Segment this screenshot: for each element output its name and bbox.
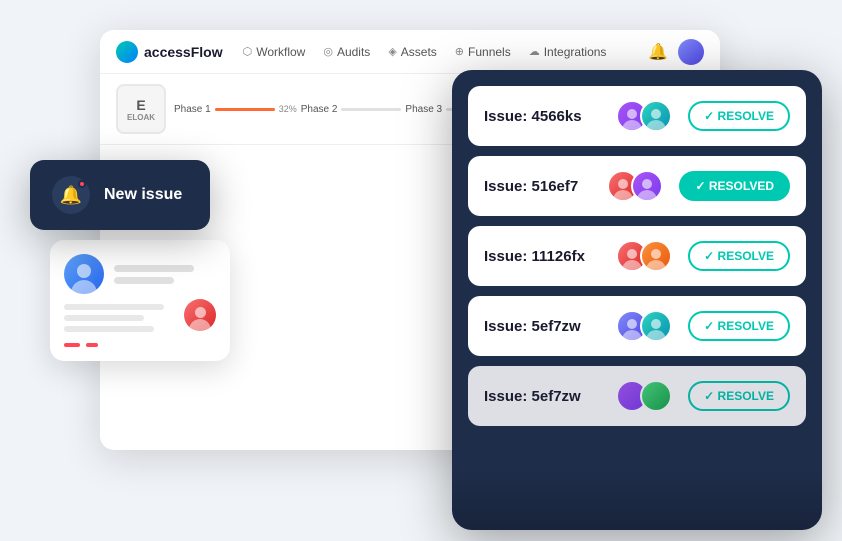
user-sub-line-2: [64, 315, 144, 321]
bell-notif-icon: 🔔: [60, 185, 82, 206]
issue-avatar-11126fx-2: [640, 240, 672, 272]
issue-avatar-4566ks-2: [640, 100, 672, 132]
nav-actions: 🔔: [648, 39, 704, 65]
issue-title-5ef7zw: Issue: 5ef7zw: [484, 318, 604, 335]
red-dash-2: [86, 343, 98, 347]
nav-items: ⬡ Workflow ◎ Audits ◈ Assets ⊕ Funnels ☁: [243, 45, 628, 59]
nav-item-funnels[interactable]: ⊕ Funnels: [455, 45, 511, 59]
phase-step-2: Phase 2: [301, 104, 402, 115]
sil-body-2: [189, 319, 211, 331]
nav-avatar[interactable]: [678, 39, 704, 65]
resolve-button-11126fx[interactable]: ✓ RESOLVE: [688, 241, 790, 271]
user-info-lines: [114, 265, 194, 284]
nav-label-integrations: Integrations: [544, 45, 607, 59]
issue-avatars-516ef7: [607, 170, 663, 202]
nav-item-audits[interactable]: ◎ Audits: [323, 45, 370, 59]
user-card: [50, 240, 230, 361]
logo-icon: [116, 41, 138, 63]
issue-title-partial: Issue: 5ef7zw: [484, 388, 604, 405]
issue-card-4566ks: Issue: 4566ks ✓ RESOLVE: [468, 86, 806, 146]
phase-step-1: Phase 1 32%: [174, 104, 297, 115]
notification-text: New issue: [104, 186, 182, 204]
phase-3-label: Phase 3: [405, 104, 442, 115]
issue-avatars-partial: [616, 380, 672, 412]
nav-label-funnels: Funnels: [468, 45, 511, 59]
badge-letter: E: [136, 97, 145, 113]
red-dash-1: [64, 343, 80, 347]
nav-item-integrations[interactable]: ☁ Integrations: [529, 45, 607, 59]
notification-card: 🔔 New issue: [30, 160, 210, 230]
nav-item-workflow[interactable]: ⬡ Workflow: [243, 45, 306, 59]
issue-avatars-5ef7zw: [616, 310, 672, 342]
resolve-button-partial[interactable]: ✓ RESOLVE: [688, 381, 790, 411]
audits-icon: ◎: [323, 45, 333, 58]
nav-bar: accessFlow ⬡ Workflow ◎ Audits ◈ Assets …: [100, 30, 720, 74]
logo: accessFlow: [116, 41, 223, 63]
phase-1-pct: 32%: [279, 104, 297, 114]
phase-1-label: Phase 1: [174, 104, 211, 115]
notification-bell-container: 🔔: [52, 176, 90, 214]
issue-avatar-516ef7-2: [631, 170, 663, 202]
sil-head-2: [195, 307, 206, 318]
issue-card-partial: Issue: 5ef7zw ✓ RESOLVE: [468, 366, 806, 426]
phase-2-line: [341, 108, 401, 111]
nav-item-assets[interactable]: ◈ Assets: [388, 45, 436, 59]
user-line-1: [114, 265, 194, 272]
resolve-button-5ef7zw[interactable]: ✓ RESOLVE: [688, 311, 790, 341]
silhouette-female: [64, 254, 104, 294]
notification-dot: [78, 180, 86, 188]
badge-sub: ELOAK: [127, 113, 155, 122]
user-card-sub: [64, 304, 216, 347]
bell-icon[interactable]: 🔔: [648, 42, 668, 62]
scene: accessFlow ⬡ Workflow ◎ Audits ◈ Assets …: [0, 0, 842, 541]
phase-2-label: Phase 2: [301, 104, 338, 115]
user-line-2: [114, 277, 174, 284]
nav-label-audits: Audits: [337, 45, 370, 59]
user-avatar-male: [184, 299, 216, 331]
nav-label-workflow: Workflow: [256, 45, 305, 59]
user-avatar-female: [64, 254, 104, 294]
phase-1-line: [215, 108, 275, 111]
issue-avatars-4566ks: [616, 100, 672, 132]
workflow-icon: ⬡: [243, 45, 253, 58]
issue-title-516ef7: Issue: 516ef7: [484, 178, 595, 195]
user-indicators: [64, 343, 216, 347]
integrations-icon: ☁: [529, 45, 540, 58]
resolve-button-4566ks[interactable]: ✓ RESOLVE: [688, 101, 790, 131]
silhouette-male: [184, 299, 216, 331]
issue-avatar-5ef7zw-2: [640, 310, 672, 342]
logo-text: accessFlow: [144, 44, 223, 60]
issue-title-11126fx: Issue: 11126fx: [484, 248, 604, 265]
resolved-button-516ef7[interactable]: ✓ RESOLVED: [679, 171, 790, 201]
issue-card-516ef7: Issue: 516ef7 ✓ RESOLVED: [468, 156, 806, 216]
issue-card-11126fx: Issue: 11126fx ✓ RESOLVE: [468, 226, 806, 286]
sil-head: [77, 264, 91, 278]
sil-body: [71, 280, 97, 294]
user-sub-line-1: [64, 304, 164, 310]
nav-label-assets: Assets: [401, 45, 437, 59]
phase-badge: E ELOAK: [116, 84, 166, 134]
issues-panel: Issue: 4566ks ✓ RESOLVE Is: [452, 70, 822, 530]
funnels-icon: ⊕: [455, 45, 464, 58]
issue-avatar-partial-2: [640, 380, 672, 412]
issue-title-4566ks: Issue: 4566ks: [484, 108, 604, 125]
issue-avatars-11126fx: [616, 240, 672, 272]
issue-card-5ef7zw: Issue: 5ef7zw ✓ RESOLVE: [468, 296, 806, 356]
user-card-header: [64, 254, 216, 294]
user-sub-line-3: [64, 326, 154, 332]
assets-icon: ◈: [388, 45, 396, 58]
